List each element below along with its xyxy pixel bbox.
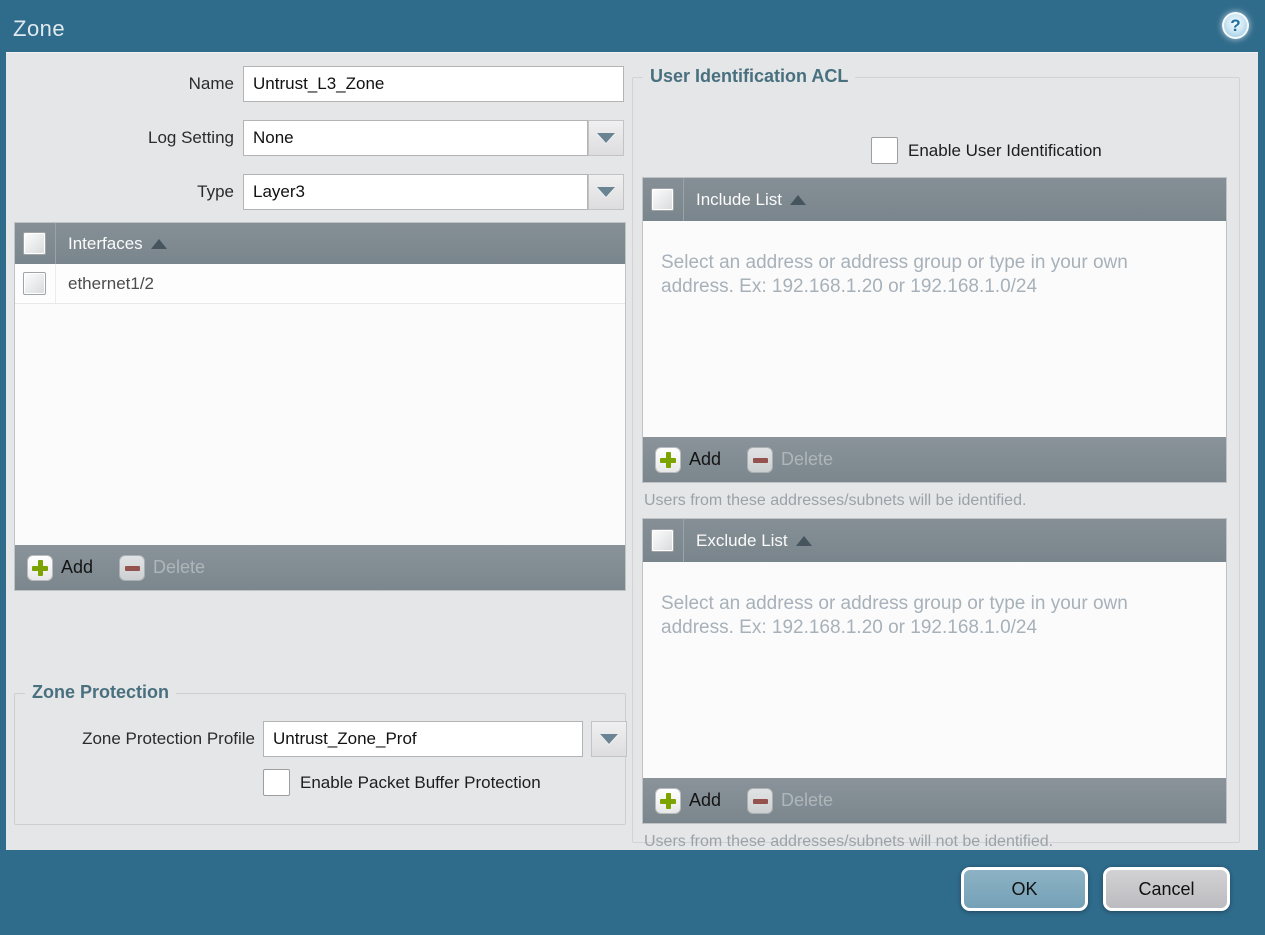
include-select-all-checkbox[interactable] xyxy=(651,188,674,211)
delete-icon xyxy=(747,446,774,473)
include-list-panel: Include List Select an address or addres… xyxy=(642,177,1227,483)
dialog-titlebar: Zone ? xyxy=(0,0,1265,52)
table-row[interactable]: ethernet1/2 xyxy=(15,264,625,304)
name-label: Name xyxy=(188,74,234,93)
enable-user-id-row: Enable User Identification xyxy=(871,137,1102,164)
chevron-down-icon xyxy=(597,187,615,197)
exclude-list-caption: Users from these addresses/subnets will … xyxy=(644,833,1054,850)
type-label: Type xyxy=(197,182,234,201)
user-identification-section: User Identification ACL Enable User Iden… xyxy=(632,66,1240,850)
type-row: Type Layer3 xyxy=(6,174,631,210)
exclude-list-toolbar: Add Delete xyxy=(643,778,1226,823)
delete-button[interactable]: Delete xyxy=(747,787,834,814)
add-icon xyxy=(655,787,681,814)
column-separator xyxy=(55,264,56,303)
type-dropdown-button[interactable] xyxy=(588,174,624,210)
include-list-toolbar: Add Delete xyxy=(643,437,1226,482)
row-checkbox[interactable] xyxy=(23,272,46,295)
include-list-caption: Users from these addresses/subnets will … xyxy=(644,492,1027,509)
add-button[interactable]: Add xyxy=(655,446,722,473)
zone-protection-legend: Zone Protection xyxy=(25,682,177,703)
sort-ascending-icon[interactable] xyxy=(795,535,812,546)
include-list-header: Include List xyxy=(643,178,1226,221)
zone-protection-profile-select[interactable]: Untrust_Zone_Prof xyxy=(263,721,583,757)
zone-protection-profile-dropdown-button[interactable] xyxy=(591,721,627,757)
packet-buffer-row: Enable Packet Buffer Protection xyxy=(263,769,541,796)
chevron-down-icon xyxy=(597,133,615,143)
delete-button[interactable]: Delete xyxy=(119,554,206,581)
enable-packet-buffer-label: Enable Packet Buffer Protection xyxy=(300,772,541,792)
ok-button[interactable]: OK xyxy=(961,867,1088,911)
enable-user-identification-label: Enable User Identification xyxy=(908,140,1102,160)
log-setting-row: Log Setting None xyxy=(6,120,631,156)
interfaces-toolbar: Add Delete xyxy=(15,545,625,590)
sort-ascending-icon[interactable] xyxy=(150,238,167,249)
add-button[interactable]: Add xyxy=(27,554,94,581)
exclude-select-all-checkbox[interactable] xyxy=(651,529,674,552)
enable-user-identification-checkbox[interactable] xyxy=(871,137,898,164)
add-button-label: Add xyxy=(689,449,722,469)
zone-dialog: Zone ? Name Log Setting None Type Layer3 xyxy=(0,0,1265,935)
user-identification-legend: User Identification ACL xyxy=(643,66,856,87)
log-setting-dropdown-button[interactable] xyxy=(588,120,624,156)
exclude-list-placeholder: Select an address or address group or ty… xyxy=(661,593,1128,638)
type-select[interactable]: Layer3 xyxy=(243,174,588,210)
interfaces-select-all-checkbox[interactable] xyxy=(23,232,46,255)
exclude-list-header: Exclude List xyxy=(643,519,1226,562)
zone-protection-profile-label: Zone Protection Profile xyxy=(82,729,255,748)
column-separator xyxy=(683,519,684,562)
chevron-down-icon xyxy=(600,734,618,744)
delete-button[interactable]: Delete xyxy=(747,446,834,473)
exclude-list-column-header: Exclude List xyxy=(696,530,788,550)
delete-button-label: Delete xyxy=(781,790,834,810)
delete-button-label: Delete xyxy=(153,557,206,577)
dialog-title: Zone xyxy=(13,16,66,41)
delete-icon xyxy=(747,787,774,814)
include-list-column-header: Include List xyxy=(696,189,782,209)
interfaces-column-header: Interfaces xyxy=(68,233,143,253)
interfaces-table: Interfaces ethernet1/2 Add Delete xyxy=(14,222,626,591)
help-icon[interactable]: ? xyxy=(1222,12,1249,39)
name-row: Name xyxy=(6,66,631,102)
log-setting-select[interactable]: None xyxy=(243,120,588,156)
delete-button-label: Delete xyxy=(781,449,834,469)
exclude-list-panel: Exclude List Select an address or addres… xyxy=(642,518,1227,824)
log-setting-label: Log Setting xyxy=(147,128,234,147)
add-button-label: Add xyxy=(689,790,722,810)
zone-protection-section: Zone Protection Zone Protection Profile … xyxy=(14,682,627,825)
delete-icon xyxy=(119,554,146,581)
cancel-button[interactable]: Cancel xyxy=(1103,867,1230,911)
dialog-body: Name Log Setting None Type Layer3 Interf… xyxy=(6,52,1258,850)
interfaces-table-header: Interfaces xyxy=(15,223,625,264)
name-input[interactable] xyxy=(243,66,624,102)
add-button[interactable]: Add xyxy=(655,787,722,814)
add-icon xyxy=(27,554,53,581)
add-button-label: Add xyxy=(61,557,94,577)
sort-ascending-icon[interactable] xyxy=(790,194,806,205)
column-separator xyxy=(55,223,56,264)
enable-packet-buffer-checkbox[interactable] xyxy=(263,769,290,796)
include-list-placeholder: Select an address or address group or ty… xyxy=(661,252,1128,297)
column-separator xyxy=(683,178,684,221)
interface-name: ethernet1/2 xyxy=(68,273,155,293)
add-icon xyxy=(655,446,681,473)
